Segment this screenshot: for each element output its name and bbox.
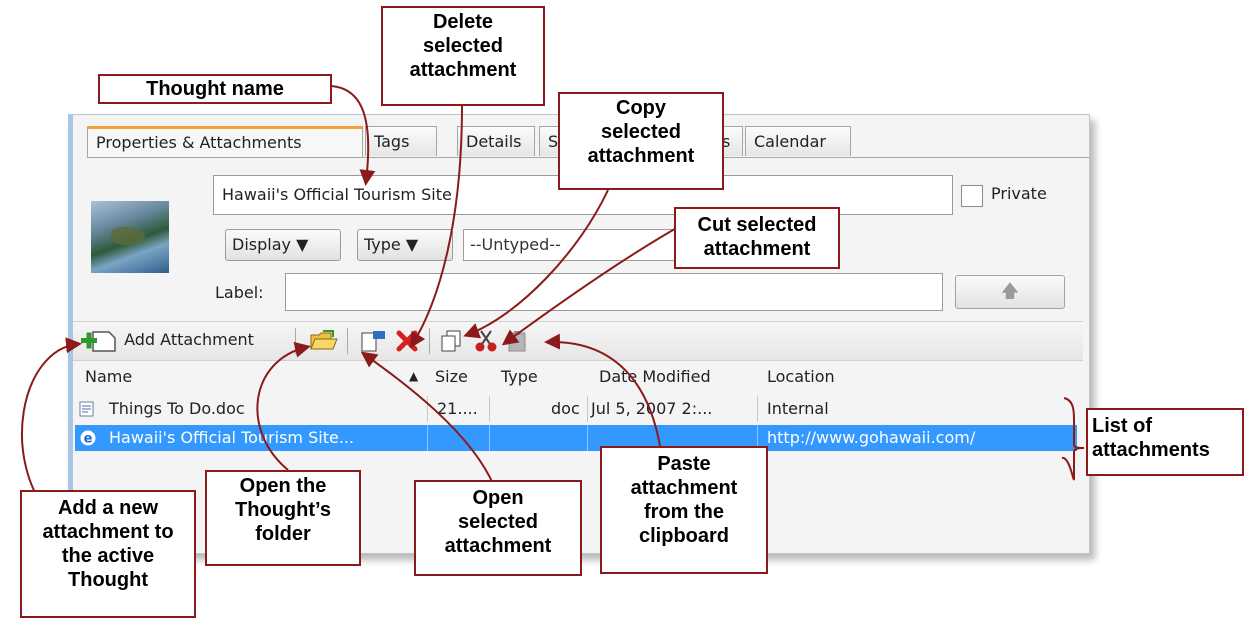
- arrow-copy: [463, 189, 609, 339]
- callout-delete-selected-attachment: Delete selected attachment: [381, 6, 545, 106]
- callout-thought-name: Thought name: [98, 74, 332, 104]
- callout-copy-selected-attachment: Copy selected attachment: [558, 92, 724, 190]
- arrow-open-selected: [360, 351, 495, 487]
- callout-open-thought-folder: Open the Thought’s folder: [205, 470, 361, 566]
- callout-list-of-attachments: List of attachments: [1086, 408, 1244, 476]
- callout-add-new-attachment: Add a new attachment to the active Thoug…: [20, 490, 196, 618]
- arrow-list: [1061, 397, 1085, 481]
- callout-cut-selected-attachment: Cut selected attachment: [674, 207, 840, 269]
- callout-open-selected-attachment: Open selected attachment: [414, 480, 582, 576]
- callout-paste-attachment: Paste attachment from the clipboard: [600, 446, 768, 574]
- arrow-open-folder: [256, 341, 311, 471]
- arrow-paste: [544, 333, 661, 447]
- arrow-thought-name: [329, 85, 376, 186]
- arrow-delete: [409, 105, 463, 349]
- arrow-cut: [501, 225, 681, 346]
